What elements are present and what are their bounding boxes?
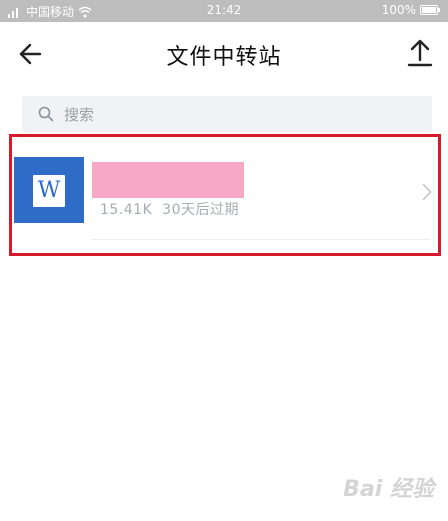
- battery-icon: [420, 5, 440, 15]
- file-meta: 15.41K 30天后过期: [100, 199, 239, 219]
- file-expiry: 30天后过期: [162, 202, 239, 218]
- file-size: 15.41K: [100, 202, 153, 218]
- search-placeholder: 搜索: [64, 106, 95, 124]
- watermark: Bai 经验: [343, 477, 434, 502]
- chevron-right-icon: [422, 183, 432, 201]
- item-divider: [92, 239, 430, 240]
- upload-icon[interactable]: [406, 38, 434, 68]
- search-input[interactable]: 搜索: [22, 96, 432, 132]
- page-title: 文件中转站: [166, 45, 282, 70]
- file-type-letter: W: [37, 178, 61, 203]
- status-bar: 中国移动 21:42 100%: [0, 0, 448, 22]
- file-name-redacted: [92, 162, 244, 198]
- word-badge: W: [33, 175, 65, 207]
- battery-percent: 100%: [381, 3, 416, 17]
- file-list-item[interactable]: W 15.41K 30天后过期: [0, 140, 448, 240]
- search-icon: [38, 106, 54, 122]
- nav-bar: 文件中转站: [0, 22, 448, 84]
- status-right: 100%: [382, 3, 440, 17]
- word-doc-icon: W: [14, 157, 84, 223]
